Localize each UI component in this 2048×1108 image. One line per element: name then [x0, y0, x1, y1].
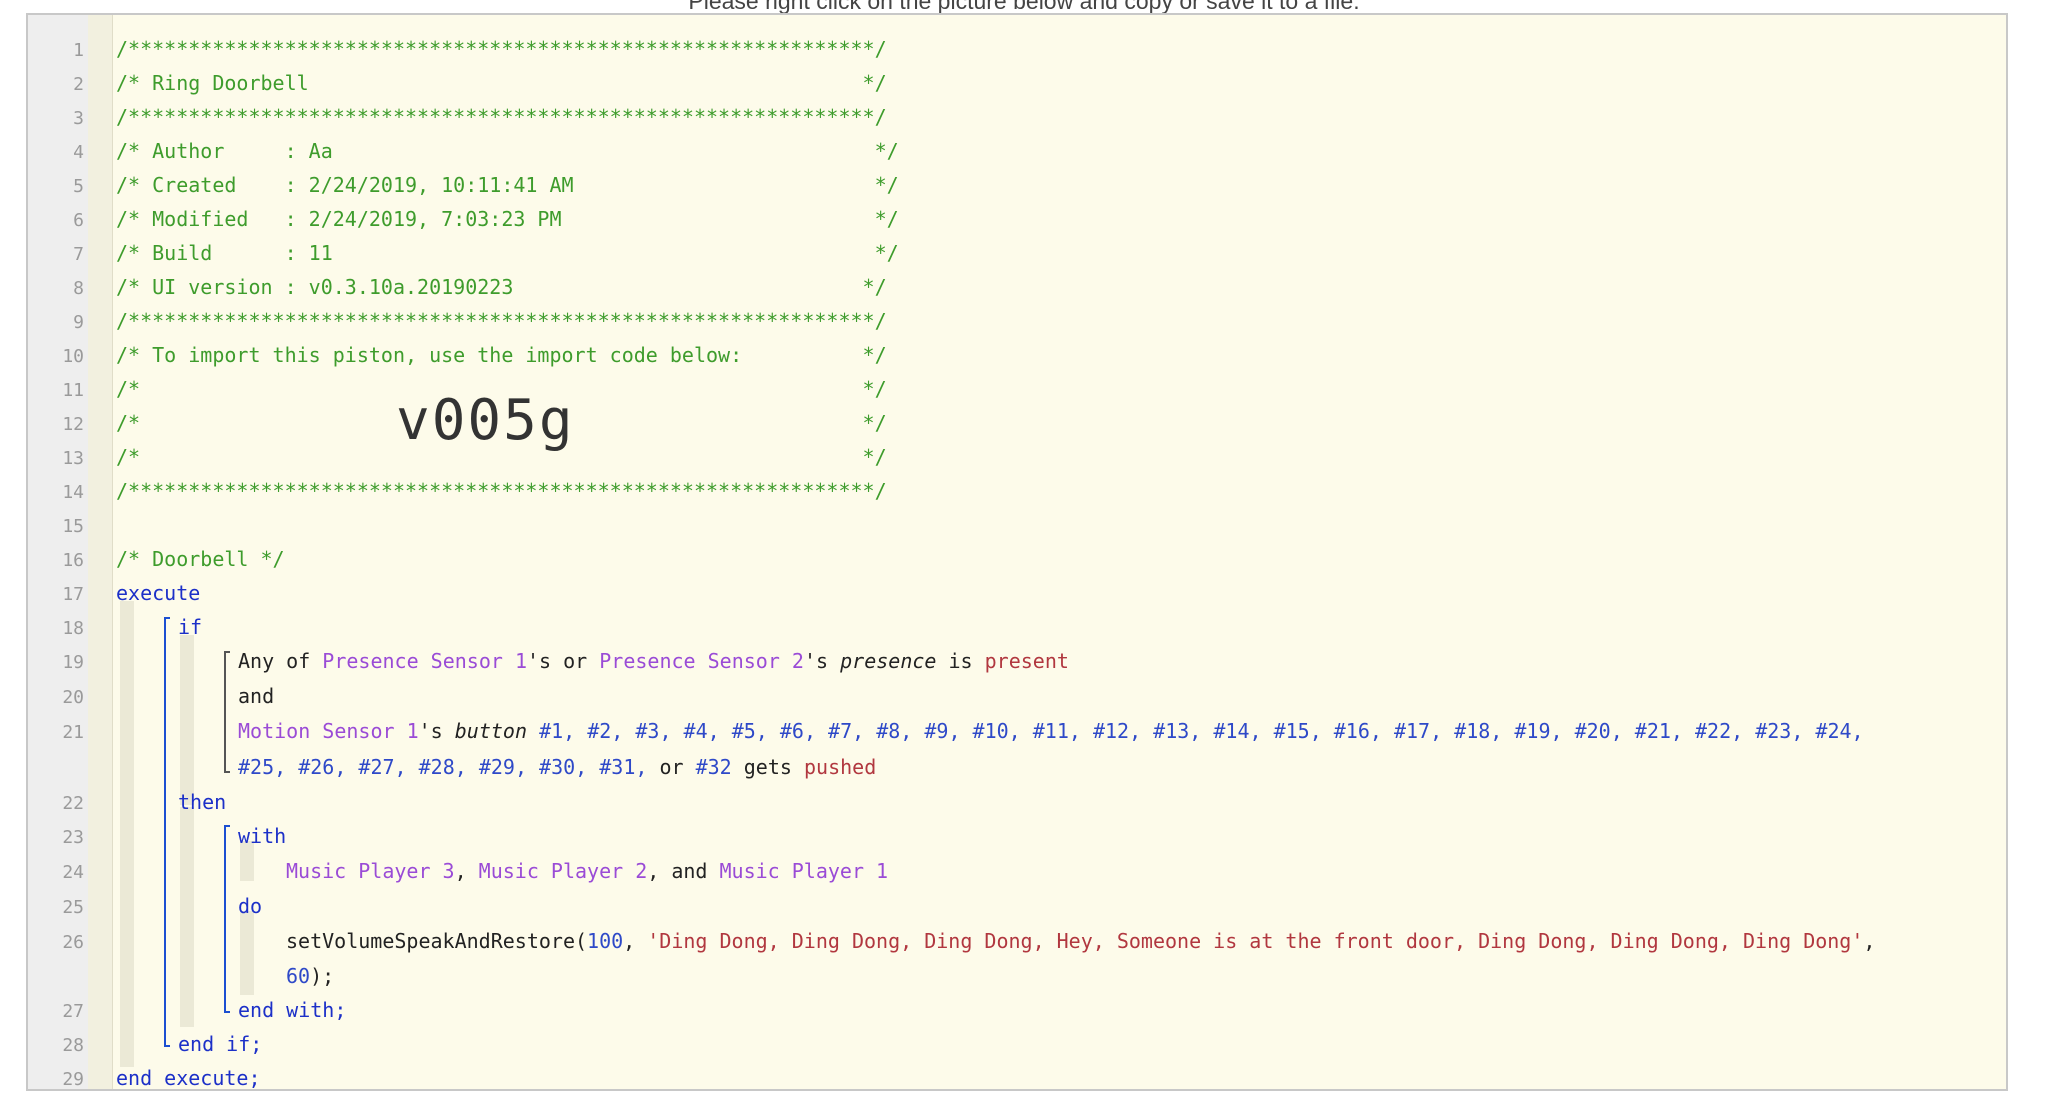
- condition-presence: Any of Presence Sensor 1's or Presence S…: [238, 649, 1069, 673]
- header-border: /***************************************…: [116, 479, 887, 503]
- indent-guide: [180, 807, 194, 1027]
- speak-command: setVolumeSpeakAndRestore(100, 'Ding Dong…: [286, 929, 1876, 953]
- with-bracket-top: [224, 825, 230, 827]
- line-number: 13: [62, 448, 84, 469]
- condition-group-bracket: [224, 651, 226, 773]
- do-keyword: do: [238, 894, 263, 918]
- line-number: 6: [73, 210, 84, 231]
- line-number-gutter: 1 2 3 4 5 6 7 8 9 10 11 12 13 14 15 16 1…: [28, 15, 89, 1089]
- condition-bracket-top: [224, 651, 230, 653]
- doorbell-comment: /* Doorbell */: [116, 547, 285, 571]
- if-block-bracket: [164, 617, 166, 1047]
- with-bracket-bottom: [224, 1011, 230, 1013]
- line-number: 25: [62, 897, 84, 918]
- header-modified: /* Modified : 2/24/2019, 7:03:23 PM */: [116, 207, 899, 231]
- line-number: 19: [62, 652, 84, 673]
- line-number: 17: [62, 584, 84, 605]
- line-number: 28: [62, 1035, 84, 1056]
- if-keyword: if: [178, 615, 203, 639]
- presence-sensor-1: Presence Sensor 1: [322, 649, 527, 673]
- line-number: 7: [73, 244, 84, 265]
- if-bracket-top: [164, 617, 170, 619]
- indent-guide: [240, 911, 254, 995]
- piston-code-image[interactable]: 1 2 3 4 5 6 7 8 9 10 11 12 13 14 15 16 1…: [26, 13, 2008, 1091]
- header-border: /***************************************…: [116, 37, 887, 61]
- line-number: 5: [73, 176, 84, 197]
- line-number: 15: [62, 516, 84, 537]
- end-with-keyword: end with;: [238, 998, 347, 1022]
- speak-command-cont: 60);: [286, 964, 335, 988]
- header-border: /***************************************…: [116, 105, 887, 129]
- music-player-2: Music Player 2: [478, 859, 648, 883]
- header-title: /* Ring Doorbell */: [116, 71, 887, 95]
- line-number: 26: [62, 932, 84, 953]
- line-number: 2: [73, 74, 84, 95]
- line-number: 10: [62, 346, 84, 367]
- with-devices: Music Player 3, Music Player 2, and Musi…: [286, 859, 889, 883]
- indent-guide: [120, 601, 134, 1067]
- header-build: /* Build : 11 */: [116, 241, 899, 265]
- header-author: /* Author : Aa */: [116, 139, 899, 163]
- then-keyword: then: [178, 790, 227, 814]
- line-number: 20: [62, 687, 84, 708]
- line-number: 21: [62, 722, 84, 743]
- line-number: 16: [62, 550, 84, 571]
- music-player-1: Music Player 1: [719, 859, 889, 883]
- with-block-bracket: [224, 825, 226, 1013]
- line-number: 11: [62, 380, 84, 401]
- header-import-note: /* To import this piston, use the import…: [116, 343, 887, 367]
- header-created: /* Created : 2/24/2019, 10:11:41 AM */: [116, 173, 899, 197]
- line-number: 8: [73, 278, 84, 299]
- line-number: 4: [73, 142, 84, 163]
- music-player-3: Music Player 3: [286, 859, 455, 883]
- with-keyword: with: [238, 824, 287, 848]
- motion-sensor-1: Motion Sensor 1: [238, 719, 419, 743]
- import-code[interactable]: v005g: [396, 388, 575, 453]
- indent-guide: [180, 635, 194, 805]
- line-number: 1: [73, 40, 84, 61]
- end-execute-keyword: end execute;: [116, 1066, 261, 1090]
- presence-sensor-2: Presence Sensor 2: [599, 649, 804, 673]
- line-number: 24: [62, 862, 84, 883]
- fold-gutter: [88, 15, 113, 1089]
- header-border: /***************************************…: [116, 309, 887, 333]
- condition-motion-buttons-cont: #25, #26, #27, #28, #29, #30, #31, or #3…: [238, 755, 877, 779]
- and-operator: and: [238, 684, 275, 708]
- condition-bracket-bottom: [224, 771, 230, 773]
- line-number: 22: [62, 793, 84, 814]
- line-number: 18: [62, 618, 84, 639]
- execute-keyword: execute: [116, 581, 201, 605]
- line-number: 29: [62, 1069, 84, 1090]
- if-bracket-bottom: [164, 1045, 170, 1047]
- line-number: 3: [73, 108, 84, 129]
- end-if-keyword: end if;: [178, 1032, 263, 1056]
- header-ui-version: /* UI version : v0.3.10a.20190223 */: [116, 275, 887, 299]
- line-number: 27: [62, 1001, 84, 1022]
- speak-message: 'Ding Dong, Ding Dong, Ding Dong, Hey, S…: [647, 929, 1864, 953]
- condition-motion-buttons: Motion Sensor 1's button #1, #2, #3, #4,…: [238, 719, 1864, 743]
- line-number: 12: [62, 414, 84, 435]
- line-number: 23: [62, 827, 84, 848]
- line-number: 9: [73, 312, 84, 333]
- line-number: 14: [62, 482, 84, 503]
